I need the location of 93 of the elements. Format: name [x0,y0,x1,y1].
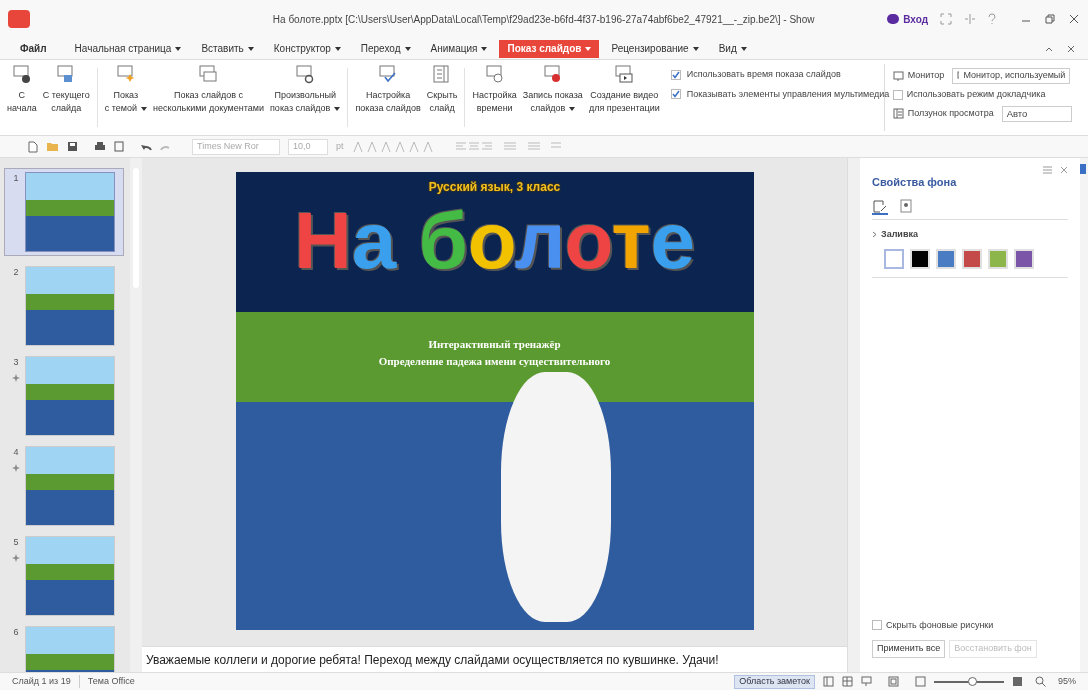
checkbox[interactable] [670,89,681,100]
window-title: На болоте.pptx [C:\Users\User\AppData\Local\Temp\f29ad23e-b6fd-4f37-b196-27a74abf6be2_47921__-_zip.be2\] - Show [271,12,816,27]
slide-thumbnail[interactable] [25,172,115,252]
ribbon-button[interactable]: Настройка времени [469,64,520,131]
section-label: Заливка [881,227,918,241]
checkbox-label: Использовать режим докладчика [906,88,1046,101]
help-icon[interactable] [988,13,996,25]
app-logo-icon [8,10,30,28]
list-icons-drawing [502,141,563,152]
slide-subtitle: Русский язык, 3 класс [428,179,561,196]
notes-button[interactable]: Область заметок [734,674,815,689]
menu-tab[interactable]: Показ слайдов [499,39,600,58]
slide-number: 5 [13,536,19,549]
preview-slider-label: Ползунок просмотра [907,106,994,120]
login-link[interactable]: Вход [903,11,928,27]
checkbox[interactable] [892,89,903,100]
checkbox-label: Использовать время показа слайдов [686,68,841,81]
zoom-in-icon[interactable] [1012,676,1023,687]
grid-view-icon[interactable] [842,676,853,687]
checkbox-label: Скрыть фоновые рисунки [886,618,994,632]
zoom-slider[interactable] [934,680,1004,683]
ribbon-button[interactable]: С начала [4,64,40,131]
save-icon[interactable] [67,141,78,152]
ribbon-button[interactable]: Показ с темой [101,64,150,131]
fill-tab-icon[interactable] [872,198,888,215]
ribbon-button[interactable]: Скрыть слайд [423,64,461,131]
restore-icon[interactable] [1044,13,1056,25]
close-icon[interactable] [1066,43,1076,54]
checkbox-label: Показывать элементы управления мультимедиа [686,87,890,101]
menu-tab[interactable]: Вставить [193,39,262,58]
slide-thumbnail[interactable] [25,536,115,616]
slide-clock-icon [483,64,506,86]
picture-tab-icon[interactable] [900,198,912,213]
color-swatch[interactable] [1014,249,1034,269]
print-icon[interactable] [94,141,106,152]
color-swatch[interactable] [884,249,904,269]
menu-tab[interactable]: Файл [12,39,63,58]
checkbox[interactable] [872,620,882,631]
slide-number: 4 [13,446,19,459]
zoom-level: 95% [1058,674,1076,688]
apply-all-button[interactable]: Применить все [872,640,946,658]
menu-tab[interactable]: Рецензирование [603,39,707,58]
new-file-icon[interactable] [28,140,38,153]
menu-tab[interactable]: Начальная страница [66,39,190,58]
scrollbar[interactable] [130,158,142,672]
slide-thumbnail[interactable] [25,266,115,346]
color-swatch[interactable] [962,249,982,269]
slide-play-icon [10,64,33,86]
account-icon [887,14,900,24]
ribbon-button[interactable]: Запись показа слайдов [519,64,586,131]
chevron-icon [872,230,877,238]
align-icons-drawing [454,141,495,152]
menu-tab[interactable]: Конструктор [265,39,349,58]
slide-thumbnail[interactable] [25,356,115,436]
slide-text: Определение падежа имени существительного [378,353,611,369]
slide-number: 1 [13,172,19,185]
ribbon-button[interactable]: Создание видео для презентации [585,64,663,131]
ribbon-button[interactable]: Показ слайдов с несколькими документами [149,64,267,131]
monitor-label: Монитор [907,69,945,83]
pane-title: Свойства фона [872,175,958,190]
slide-video-icon [613,64,636,86]
menu-tab[interactable]: Вид [710,39,755,58]
zoom-out-icon[interactable] [915,676,926,687]
close-icon[interactable] [1068,13,1080,25]
search-icon[interactable] [1035,676,1046,687]
slide-text: Интерактивный тренажёр [428,337,561,352]
color-swatch[interactable] [936,249,956,269]
ribbon-button[interactable]: Настройка показа слайдов [352,64,424,131]
checkbox[interactable] [670,69,681,80]
slide-title: На болоте [293,196,696,286]
menu-tab[interactable]: Переход [352,39,419,58]
slide-thumbnail[interactable] [25,446,115,526]
zoom-thumb[interactable] [967,676,977,686]
slide-number: 3 [13,356,19,369]
unit-label: pt [336,139,344,153]
print-preview-icon[interactable] [114,141,124,152]
fullscreen-icon[interactable] [940,13,952,25]
slider-view-icon [892,108,904,119]
slide-number: 6 [13,626,19,639]
ribbon-button[interactable]: Произвольный показ слайдов [267,64,344,131]
slide-number: 2 [13,266,19,279]
ribbon-button[interactable]: С текущего слайда [39,64,93,131]
preview-slider-field[interactable]: Авто [1001,105,1072,122]
theme-name: Тема Office [86,674,136,688]
slide-counter: Слайд 1 из 19 [12,674,80,689]
scrollbar[interactable] [847,158,860,672]
slideshow-icon[interactable] [861,676,872,687]
menu-tab[interactable]: Анимация [422,39,496,58]
fit-icon[interactable] [888,676,899,687]
monitor-dropdown[interactable]: Монитор, используемый [952,68,1071,84]
color-swatch[interactable] [988,249,1008,269]
color-swatch[interactable] [910,249,930,269]
normal-view-icon[interactable] [823,676,834,687]
